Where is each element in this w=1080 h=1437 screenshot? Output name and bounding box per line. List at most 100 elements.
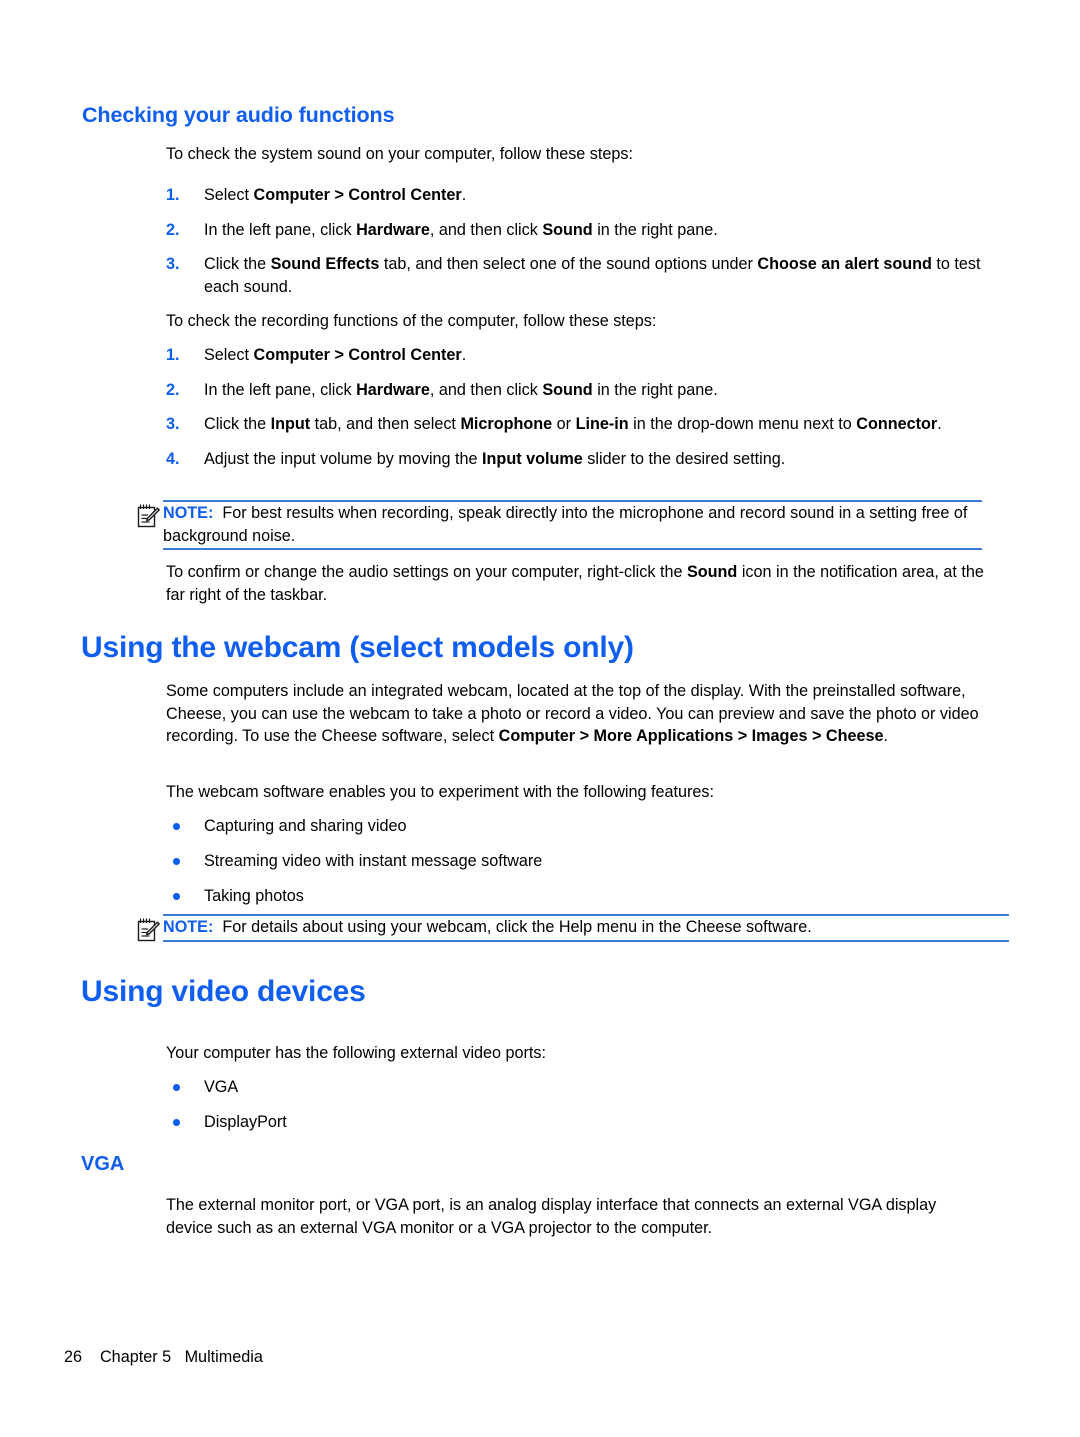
- note-body-text: For details about using your webcam, cli…: [222, 918, 812, 936]
- webcam-feature-item: Taking photos: [166, 885, 866, 908]
- audio-system-step-marker: 2.: [166, 220, 180, 239]
- audio-recording-step-2-run-2: tab, and then select: [310, 415, 461, 433]
- bullet-dot-icon: [173, 1119, 180, 1126]
- audio-system-step-text: In the left pane, click Hardware, and th…: [204, 221, 718, 239]
- audio-system-step-item: 1. Select Computer > Control Center.: [166, 184, 986, 207]
- video-port-label: VGA: [204, 1078, 239, 1096]
- audio-recording-step-text: In the left pane, click Hardware, and th…: [204, 381, 718, 399]
- webcam-feature-label: Streaming video with instant message sof…: [204, 852, 543, 870]
- audio-recording-step-item: 1. Select Computer > Control Center.: [166, 344, 966, 367]
- audio-system-step-1-run-1: Hardware: [356, 220, 430, 239]
- audio-system-step-2-run-0: Click the: [204, 255, 271, 273]
- note-block-recording: NOTE: For best results when recording, sp…: [136, 500, 982, 552]
- audio-system-step-2-run-1: Sound Effects: [270, 255, 380, 273]
- audio-recording-step-text: Select Computer > Control Center.: [204, 346, 466, 364]
- document-page: Checking your audio functions To check t…: [0, 0, 1080, 1437]
- page-footer: 26 Chapter 5 Multimedia: [64, 1348, 263, 1366]
- audio-recording-step-0-run-0: Select: [204, 346, 254, 364]
- webcam-intro-paragraph: Some computers include an integrated web…: [166, 680, 981, 748]
- heading-vga: VGA: [81, 1153, 125, 1175]
- video-devices-intro-paragraph: Your computer has the following external…: [166, 1044, 547, 1062]
- audio-recording-step-2-run-3: Microphone: [460, 415, 553, 433]
- audio-recording-steps-list: 1. Select Computer > Control Center. 2. In …: [166, 344, 966, 482]
- audio-system-step-item: 2. In the left pane, click Hardware, and …: [166, 219, 986, 242]
- webcam-intro-run-2: .: [883, 727, 889, 745]
- audio-recording-step-3-run-0: Adjust the input volume by moving the: [204, 449, 483, 468]
- audio-system-step-marker: 3.: [166, 255, 180, 273]
- webcam-features-list: Capturing and sharing video Streaming vid…: [166, 815, 866, 920]
- heading-using-video-devices: Using video devices: [81, 975, 366, 1008]
- audio-recording-step-2-run-4: or: [552, 415, 576, 433]
- audio-system-step-1-run-4: in the right pane.: [592, 220, 718, 239]
- audio-recording-step-0-run-2: .: [461, 346, 467, 364]
- audio-recording-step-0-run-1: Computer > Control Center: [253, 346, 462, 364]
- audio-closing-run-0: To confirm or change the audio settings …: [166, 563, 687, 581]
- audio-system-step-item: 3. Click the Sound Effects tab, and then …: [166, 253, 986, 298]
- audio-system-step-1-run-2: , and then click: [429, 220, 543, 239]
- audio-recording-step-text: Adjust the input volume by moving the In…: [204, 450, 785, 468]
- video-port-item: VGA: [166, 1076, 666, 1099]
- audio-recording-step-2-run-1: Input: [270, 415, 311, 433]
- audio-recording-step-text: Click the Input tab, and then select Mic…: [204, 415, 942, 433]
- audio-recording-step-2-run-6: in the drop-down menu next to: [628, 415, 857, 433]
- audio-recording-step-marker: 1.: [166, 346, 180, 364]
- audio-closing-run-1: Sound: [686, 563, 738, 581]
- audio-recording-step-item: 2. In the left pane, click Hardware, and …: [166, 379, 966, 402]
- note-rule-bottom: [163, 940, 1009, 942]
- audio-system-step-text: Click the Sound Effects tab, and then se…: [204, 255, 981, 296]
- audio-recording-step-3-run-1: Input volume: [482, 449, 583, 468]
- webcam-feature-label: Capturing and sharing video: [204, 817, 407, 835]
- heading-using-the-webcam: Using the webcam (select models only): [81, 631, 634, 664]
- webcam-intro-run-1: Computer > More Applications > Images > …: [498, 727, 884, 745]
- audio-recording-step-1-run-2: , and then click: [429, 380, 543, 399]
- webcam-features-intro: The webcam software enables you to exper…: [166, 783, 714, 801]
- audio-recording-step-3-run-2: slider to the desired setting.: [582, 449, 786, 468]
- video-ports-list: VGA DisplayPort: [166, 1076, 666, 1146]
- audio-system-step-2-run-3: Choose an alert sound: [757, 255, 932, 273]
- audio-recording-step-marker: 4.: [166, 449, 180, 468]
- audio-recording-step-2-run-8: .: [937, 415, 942, 433]
- audio-system-step-0-run-0: Select: [204, 186, 254, 204]
- audio-system-step-1-run-0: In the left pane, click: [204, 220, 357, 239]
- audio-recording-step-1-run-1: Hardware: [356, 380, 430, 399]
- audio-system-step-0-run-1: Computer > Control Center: [253, 186, 462, 204]
- bullet-dot-icon: [173, 858, 180, 865]
- webcam-feature-item: Streaming video with instant message sof…: [166, 850, 866, 873]
- audio-closing-paragraph: To confirm or change the audio settings …: [166, 561, 986, 606]
- audio-system-step-0-run-2: .: [461, 186, 467, 204]
- audio-recording-intro-paragraph: To check the recording functions of the …: [166, 312, 657, 330]
- note-block-webcam: NOTE: For details about using your webcam…: [136, 914, 1009, 944]
- audio-recording-step-item: 4. Adjust the input volume by moving the …: [166, 448, 966, 471]
- note-pad-pencil-icon: [136, 503, 161, 529]
- audio-system-step-text: Select Computer > Control Center.: [204, 186, 466, 204]
- note-rule-bottom: [163, 548, 982, 550]
- video-port-item: DisplayPort: [166, 1111, 666, 1134]
- audio-recording-step-2-run-5: Line-in: [575, 415, 629, 433]
- audio-recording-step-1-run-3: Sound: [542, 380, 593, 399]
- heading-checking-your-audio-functions: Checking your audio functions: [82, 103, 395, 127]
- note-text-recording: NOTE: For best results when recording, sp…: [163, 502, 978, 547]
- note-body-text: For best results when recording, speak d…: [163, 504, 968, 545]
- audio-recording-step-marker: 3.: [166, 415, 180, 433]
- webcam-feature-item: Capturing and sharing video: [166, 815, 866, 838]
- note-label: NOTE:: [163, 918, 214, 936]
- webcam-feature-label: Taking photos: [204, 887, 304, 905]
- bullet-dot-icon: [173, 823, 180, 830]
- note-pad-pencil-icon: [136, 917, 161, 943]
- bullet-dot-icon: [173, 1084, 180, 1091]
- audio-system-step-2-run-2: tab, and then select one of the sound op…: [379, 255, 758, 273]
- vga-description-paragraph: The external monitor port, or VGA port, …: [166, 1196, 937, 1237]
- note-label: NOTE:: [163, 504, 214, 522]
- note-text-webcam: NOTE: For details about using your webcam…: [163, 916, 978, 939]
- audio-recording-step-item: 3. Click the Input tab, and then select M…: [166, 413, 966, 436]
- audio-recording-step-marker: 2.: [166, 380, 180, 399]
- audio-system-steps-list: 1. Select Computer > Control Center. 2. In …: [166, 184, 986, 310]
- audio-system-intro-paragraph: To check the system sound on your comput…: [166, 145, 633, 163]
- video-port-label: DisplayPort: [204, 1113, 287, 1131]
- audio-system-step-marker: 1.: [166, 186, 180, 204]
- audio-recording-step-1-run-0: In the left pane, click: [204, 380, 357, 399]
- audio-recording-step-2-run-7: Connector: [856, 415, 938, 433]
- audio-recording-step-2-run-0: Click the: [204, 415, 271, 433]
- audio-recording-step-1-run-4: in the right pane.: [592, 380, 718, 399]
- bullet-dot-icon: [173, 893, 180, 900]
